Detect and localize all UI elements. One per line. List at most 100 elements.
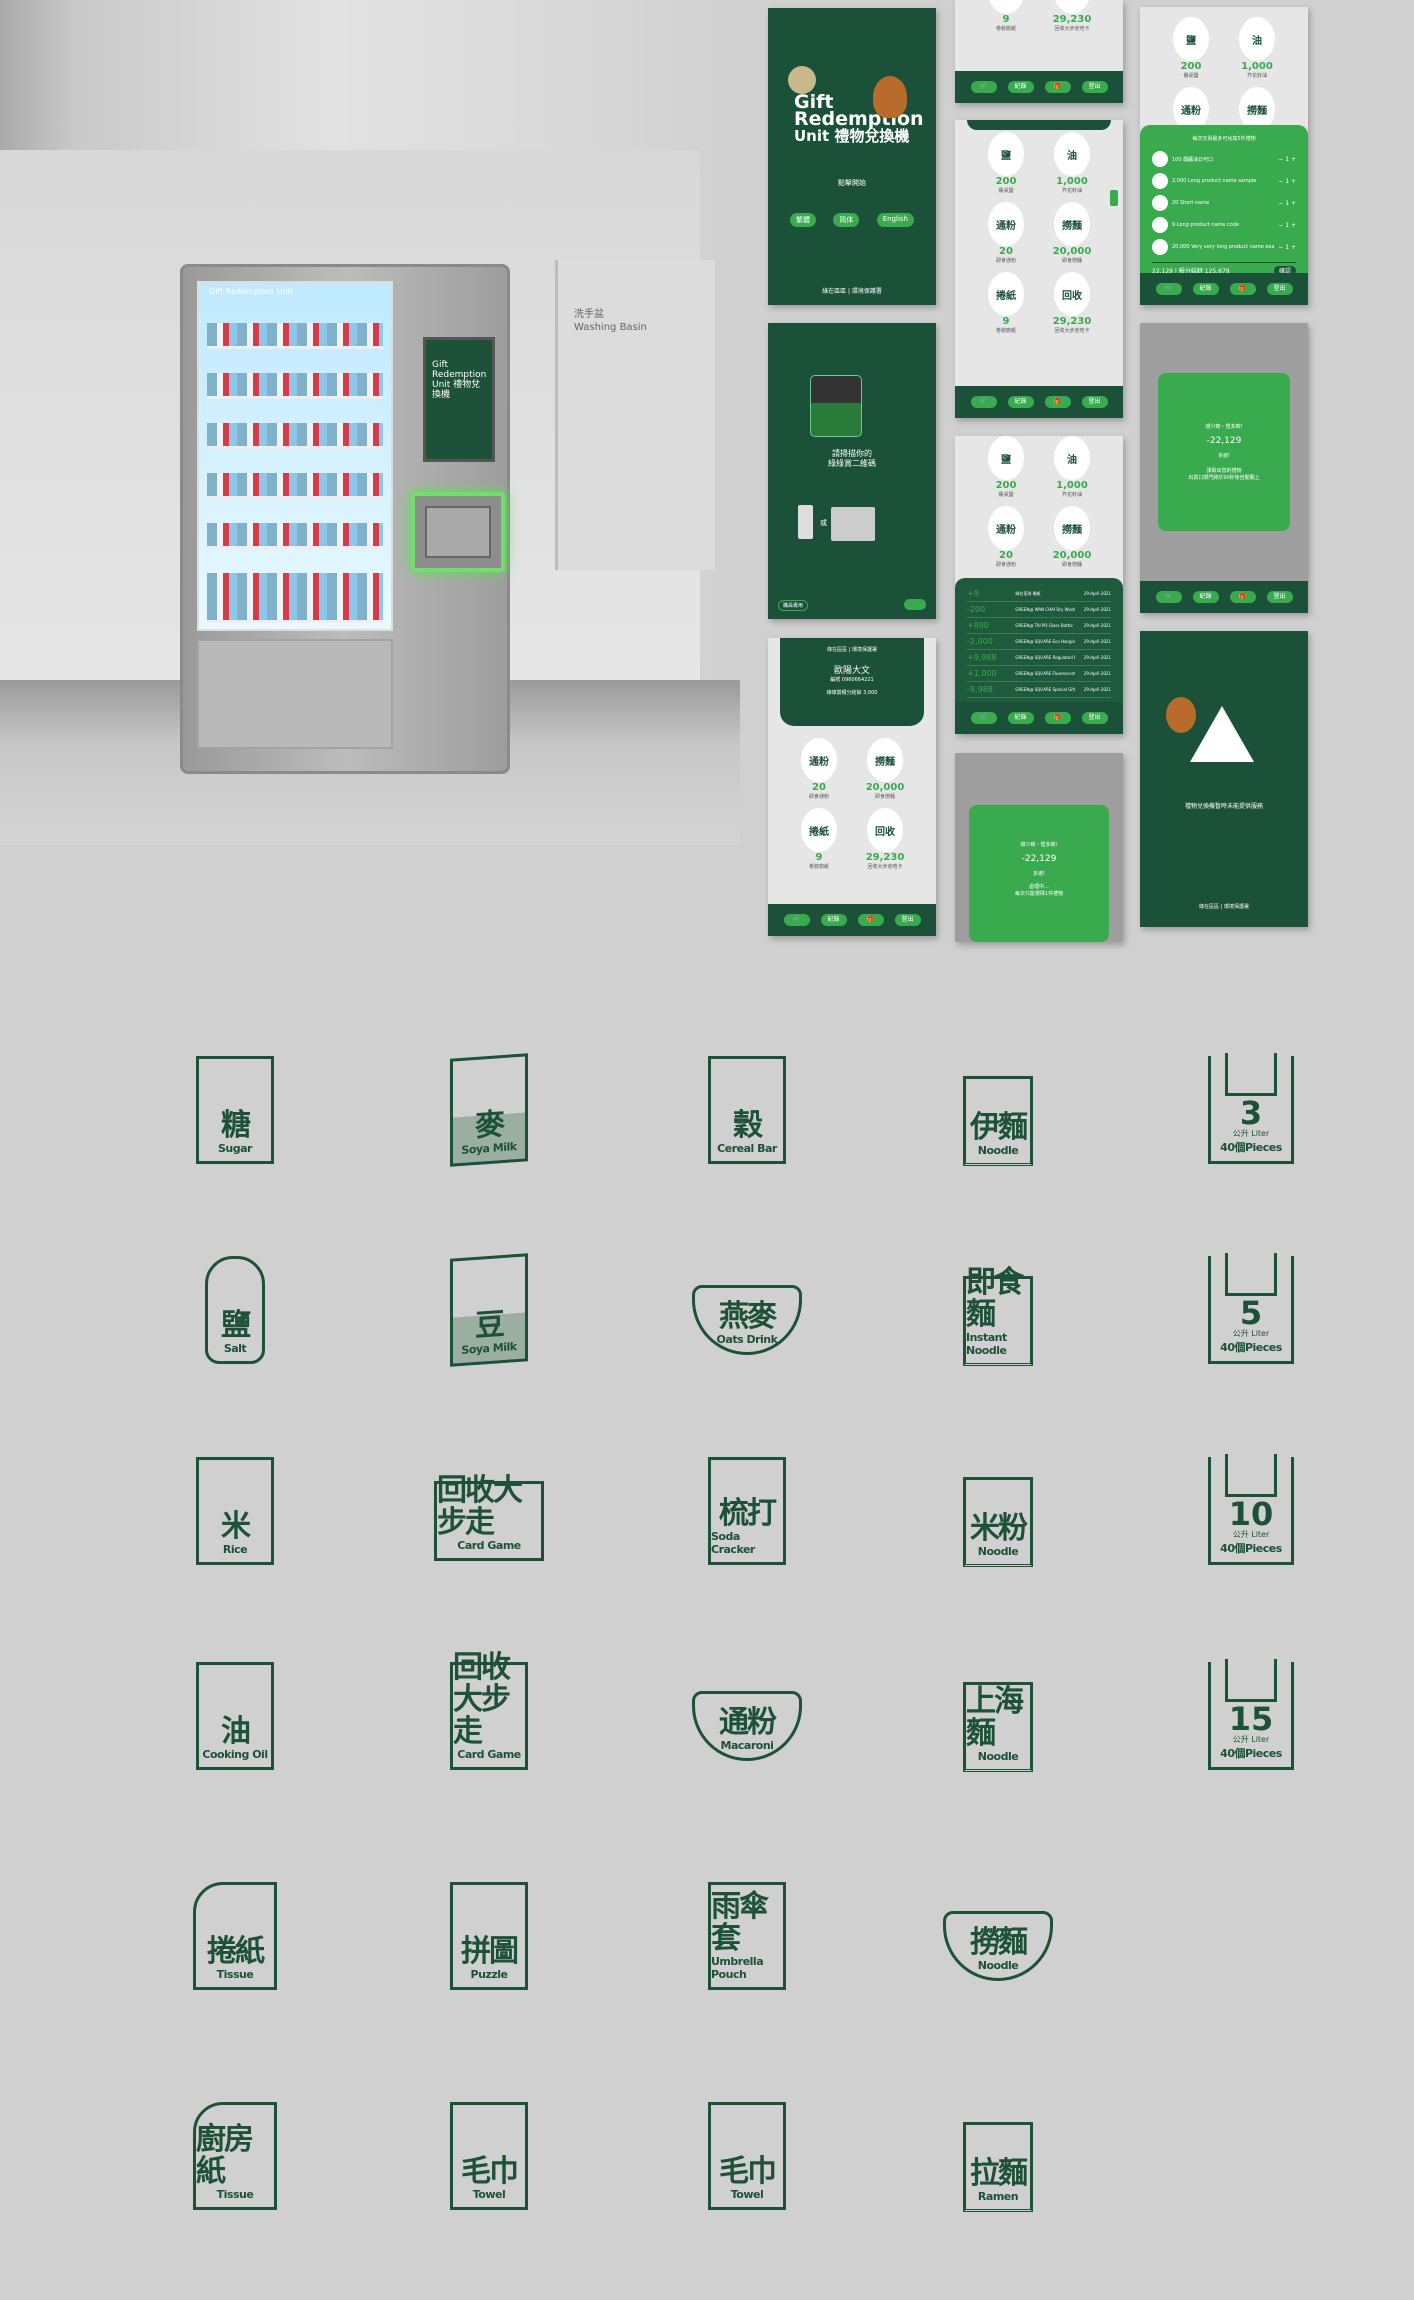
logout-button[interactable]: 登出 <box>1266 283 1293 295</box>
history-desc: GREEN@ WAN CHAI Dry Washer Soap <box>1015 607 1076 612</box>
cart-panel: 每次交易最多可兌換5件禮物 100 釀醬油日可口 − 1 +2,000 Long … <box>1140 125 1308 275</box>
icon-outline: 米 Rice <box>196 1457 274 1565</box>
quantity-stepper[interactable]: − 1 + <box>1278 156 1296 163</box>
redeem-button[interactable]: 🎁 <box>1044 712 1071 724</box>
bag-size: 15 <box>1228 1700 1274 1738</box>
redeem-icon[interactable] <box>904 599 926 610</box>
cart-button[interactable]: 🛒 <box>970 81 997 93</box>
icon-label-en: Towel <box>730 2188 764 2201</box>
bottom-nav: 🛒 紀錄 🎁 登出 <box>955 71 1123 103</box>
icon-label-zh: 毛巾 <box>719 2154 777 2189</box>
quantity-stepper[interactable]: − 1 + <box>1278 222 1296 229</box>
thanks-text: 多謝! <box>1032 871 1045 877</box>
product-image: 鹽 <box>988 132 1024 176</box>
product-card[interactable]: 通粉20即食通粉 <box>786 738 852 800</box>
product-card[interactable]: 油 1,000 芥花籽油 <box>1039 132 1105 194</box>
product-card[interactable]: 鹽 200 餐桌鹽 <box>973 436 1039 498</box>
cart-item-text: 20,000 Very very long product name examp… <box>1172 244 1274 250</box>
quantity-stepper[interactable]: − 1 + <box>1278 244 1296 251</box>
product-card[interactable]: 回收29,230回收大步走咭卡 <box>852 808 918 870</box>
product-card[interactable]: 撈麵20,000即食撈麵 <box>1039 202 1105 264</box>
redeem-button[interactable]: 🎁 <box>1044 81 1071 93</box>
redeem-button[interactable]: 🎁 <box>1044 396 1071 408</box>
plus-button[interactable]: + <box>1289 156 1296 163</box>
history-desc: GREEN@ TAI PO Glass Bottle <box>1015 623 1073 628</box>
cart-button[interactable]: 🛒 <box>1155 591 1182 603</box>
cart-header: 每次交易最多可兌換5件禮物 <box>1192 136 1256 142</box>
plus-button[interactable]: + <box>1289 244 1296 251</box>
product-card[interactable]: 油 1,000 芥花籽油 <box>1039 436 1105 498</box>
plus-button[interactable]: + <box>1289 222 1296 229</box>
quantity-stepper[interactable]: − 1 + <box>1278 200 1296 207</box>
product-image: 捲紙 <box>801 808 837 852</box>
logo-green-community: 綠在區區 <box>822 288 847 295</box>
product-name: 餐桌鹽 <box>998 188 1014 194</box>
logout-button[interactable]: 登出 <box>1081 712 1108 724</box>
redeem-button[interactable]: 🎁 <box>857 914 884 926</box>
history-date: 29-April-2021 <box>1083 671 1111 676</box>
plus-button[interactable]: + <box>1289 178 1296 185</box>
product-card[interactable]: 通粉20即食通粉 <box>973 202 1039 264</box>
logout-button[interactable]: 登出 <box>894 914 921 926</box>
product-icon: 拼圖 Puzzle <box>419 1871 559 2001</box>
shelf <box>207 423 383 449</box>
cart-button[interactable]: 🛒 <box>1155 283 1182 295</box>
logout-button[interactable]: 登出 <box>1081 81 1108 93</box>
product-icon: 穀 Cereal Bar <box>677 1045 817 1175</box>
icon-label-zh: 回收大步走 <box>453 1650 511 1749</box>
product-card[interactable]: 捲紙9卷裝廁紙 <box>786 808 852 870</box>
redeem-button[interactable]: 🎁 <box>1229 283 1256 295</box>
lang-en-button[interactable]: English <box>876 213 914 227</box>
product-card[interactable]: 撈麵20,000即食撈麵 <box>852 738 918 800</box>
cart-button[interactable]: 🛒 <box>783 914 810 926</box>
record-button[interactable]: 紀錄 <box>1192 591 1219 603</box>
record-button[interactable]: 紀錄 <box>1007 396 1034 408</box>
start-prompt[interactable]: 點擊開始 <box>768 178 936 188</box>
record-button[interactable]: 紀錄 <box>1007 81 1034 93</box>
icon-label-en: Instant Noodle <box>966 1331 1007 1357</box>
product-card[interactable]: 回收29,230回收大步走咭卡 <box>1039 0 1105 32</box>
lang-simp-button[interactable]: 简体 <box>833 213 860 227</box>
product-card[interactable]: 油 1,000 芥花籽油 <box>1224 17 1290 79</box>
history-amount: -200 <box>967 605 986 614</box>
record-button[interactable]: 紀錄 <box>1007 712 1034 724</box>
product-card[interactable]: 撈麵20,000即食撈麵 <box>1039 506 1105 568</box>
scroll-button[interactable] <box>1110 190 1118 206</box>
product-points: 1,000 <box>1056 480 1088 491</box>
success-panel: 環少啲・慳多啲! -22,129 多謝! 請取出您的禮物 出貨口閘門將於90秒後… <box>1158 373 1290 531</box>
plus-button[interactable]: + <box>1289 200 1296 207</box>
record-button[interactable]: 紀錄 <box>820 914 847 926</box>
staff-button[interactable]: 職員專用 <box>778 600 809 611</box>
product-card[interactable]: 捲紙9卷裝廁紙 <box>973 0 1039 32</box>
welcome-screen: Gift Redemption Unit 禮物兌換機 點擊開始 繁體 简体 En… <box>768 8 936 305</box>
icon-outline: 穀 Cereal Bar <box>708 1056 786 1164</box>
record-button[interactable]: 紀錄 <box>1192 283 1219 295</box>
mascot-icon <box>788 66 816 94</box>
product-image: 油 <box>1239 17 1275 61</box>
kiosk-screen[interactable]: Gift Redemption Unit 禮物兌換機 <box>423 337 495 462</box>
cart-screen: 鹽200餐桌鹽油1,000芥花籽油通粉20即食通粉撈麵20,000即食撈麵 每次… <box>1140 7 1308 305</box>
product-name: 回收大步走咭卡 <box>1054 328 1090 334</box>
cart-button[interactable]: 🛒 <box>970 712 997 724</box>
icon-label-zh: 雨傘套 <box>711 1889 769 1956</box>
logout-button[interactable]: 登出 <box>1081 396 1108 408</box>
shelf <box>207 573 383 623</box>
product-card[interactable]: 鹽 200 餐桌鹽 <box>1158 17 1224 79</box>
lang-trad-button[interactable]: 繁體 <box>790 213 816 227</box>
quantity-stepper[interactable]: − 1 + <box>1278 178 1296 185</box>
logout-button[interactable]: 登出 <box>1266 591 1293 603</box>
vending-machine-photo: 洗手盆 Washing Basin Gift Redemption Unit Gi… <box>0 0 740 845</box>
mascot-icon <box>873 76 907 118</box>
product-card[interactable]: 回收29,230回收大步走咭卡 <box>1039 272 1105 334</box>
product-points: 200 <box>1180 61 1202 72</box>
product-card[interactable]: 通粉20即食通粉 <box>973 506 1039 568</box>
title-line: Redemption <box>794 108 924 130</box>
display-window: Gift Redemption Unit <box>197 281 393 631</box>
product-card[interactable]: 捲紙9卷裝廁紙 <box>973 272 1039 334</box>
redeem-button[interactable]: 🎁 <box>1229 591 1256 603</box>
cart-button[interactable]: 🛒 <box>970 396 997 408</box>
bag-pieces: 40個Pieces <box>1220 1141 1282 1154</box>
product-name: 餐桌鹽 <box>1183 73 1199 79</box>
basin-sign-zh: 洗手盆 <box>574 309 604 320</box>
product-card[interactable]: 鹽 200 餐桌鹽 <box>973 132 1039 194</box>
